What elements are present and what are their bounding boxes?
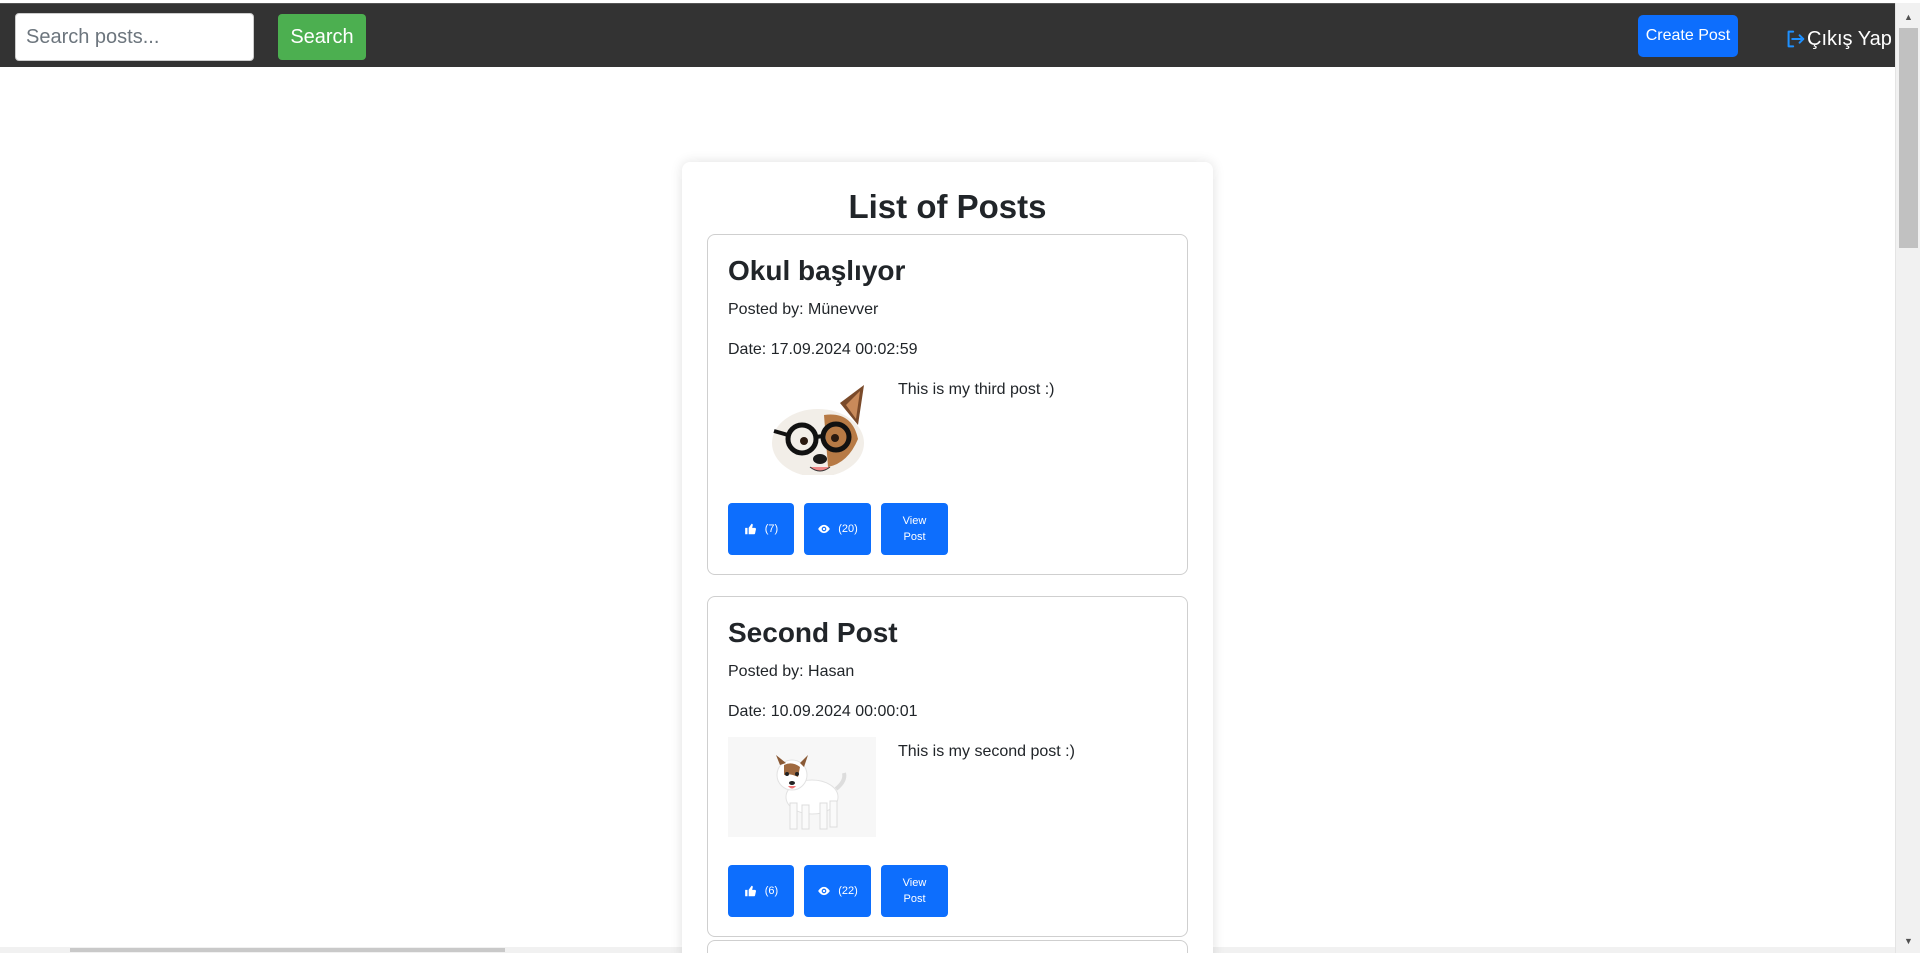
scroll-up-arrow-icon[interactable]: ▲	[1896, 7, 1920, 27]
like-count: (7)	[764, 523, 779, 535]
logout-icon	[1787, 30, 1805, 48]
view-count: (20)	[838, 523, 858, 535]
logout-link[interactable]: Çıkış Yap	[1784, 26, 1892, 52]
create-post-button[interactable]: Create Post	[1638, 15, 1738, 57]
view-post-label-line2: Post	[903, 893, 926, 905]
search-button[interactable]: Search	[278, 14, 366, 60]
post-date: Date: 10.09.2024 00:00:01	[728, 703, 918, 720]
views-button[interactable]: (22)	[804, 865, 871, 917]
post-author: Posted by: Hasan	[728, 663, 855, 680]
post-image-dog-with-glasses	[728, 375, 876, 475]
vertical-scrollbar[interactable]: ▲ ▼	[1895, 3, 1920, 953]
post-author: Posted by: Münevver	[728, 301, 879, 318]
thumbs-up-icon	[744, 523, 756, 535]
post-title: Okul başlıyor	[728, 255, 906, 286]
like-button[interactable]: (7)	[728, 503, 794, 555]
logout-label: Çıkış Yap	[1807, 27, 1892, 50]
post-content: This is my second post :)	[898, 743, 1075, 760]
post-content: This is my third post :)	[898, 381, 1055, 398]
views-button[interactable]: (20)	[804, 503, 871, 555]
post-card	[707, 940, 1188, 953]
post-card: Second Post Posted by: Hasan Date: 10.09…	[707, 596, 1188, 937]
post-image-small-white-dog	[728, 737, 876, 837]
view-post-button[interactable]: View Post	[881, 865, 948, 917]
post-title: Second Post	[728, 617, 898, 648]
view-count: (22)	[838, 885, 858, 897]
top-navbar: Search Create Post Çıkış Yap	[0, 3, 1895, 67]
post-card: Okul başlıyor Posted by: Münevver Date: …	[707, 234, 1188, 575]
post-date: Date: 17.09.2024 00:02:59	[728, 341, 918, 358]
post-actions: (7) (20) View Post	[728, 503, 948, 555]
page-title: List of Posts	[848, 188, 1047, 225]
view-post-button[interactable]: View Post	[881, 503, 948, 555]
post-actions: (6) (22) View Post	[728, 865, 948, 917]
eye-icon	[818, 886, 831, 896]
like-button[interactable]: (6)	[728, 865, 794, 917]
thumbs-up-icon	[744, 885, 756, 897]
like-count: (6)	[764, 885, 779, 897]
view-post-label-line2: Post	[903, 531, 926, 543]
posts-container: List of Posts Okul başlıyor Posted by: M…	[682, 162, 1213, 953]
view-post-label-line1: View	[902, 515, 927, 527]
eye-icon	[818, 524, 831, 534]
scroll-down-arrow-icon[interactable]: ▼	[1896, 931, 1920, 951]
scroll-thumb[interactable]	[1899, 28, 1918, 248]
search-input[interactable]	[15, 13, 254, 61]
horizontal-scroll-thumb[interactable]	[70, 948, 505, 952]
view-post-label-line1: View	[902, 877, 927, 889]
